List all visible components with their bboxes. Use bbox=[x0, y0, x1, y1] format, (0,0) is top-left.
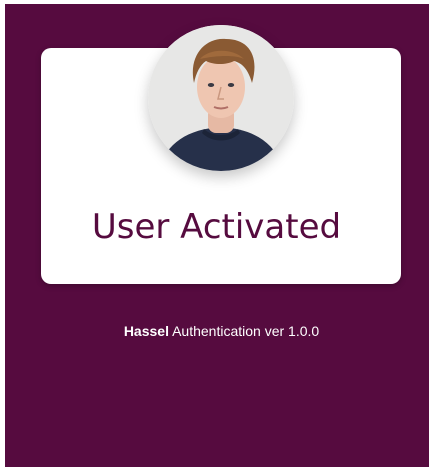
footer-version-text: Authentication ver 1.0.0 bbox=[168, 323, 320, 339]
user-photo-icon bbox=[148, 25, 294, 171]
footer: Hassel Authentication ver 1.0.0 bbox=[0, 321, 433, 341]
status-title: User Activated bbox=[91, 207, 342, 247]
avatar bbox=[148, 25, 294, 171]
footer-brand: Hassel bbox=[123, 323, 169, 339]
